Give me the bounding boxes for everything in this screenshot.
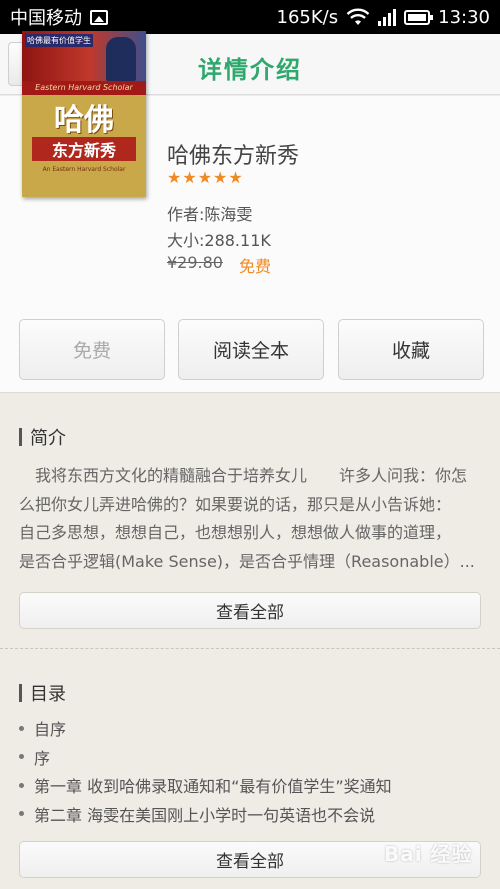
intro-line: 么把你女儿弄进哈佛的？如果要说的话，那只是从小告诉她：	[19, 494, 452, 514]
read-all-button[interactable]: 阅读全本	[178, 319, 324, 380]
carrier-name: 中国移动	[10, 8, 82, 29]
star-icon: ★	[213, 168, 228, 187]
toc-item-label: 第一章 收到哈佛录取通知和“最有价值学生”奖通知	[34, 777, 392, 797]
section-bar	[19, 428, 22, 446]
cover-figure	[106, 37, 136, 81]
intro-heading: 简介	[19, 424, 66, 450]
free-button[interactable]: 免费	[19, 319, 165, 380]
toc-item[interactable]: 第一章 收到哈佛录取通知和“最有价值学生”奖通知	[19, 771, 392, 800]
star-icon: ★	[167, 168, 182, 187]
toc-item[interactable]: 自序	[19, 714, 392, 743]
intro-view-all-button[interactable]: 查看全部	[19, 592, 481, 629]
section-bar	[19, 684, 22, 702]
toc-list: 自序 序 第一章 收到哈佛录取通知和“最有价值学生”奖通知 第二章 海雯在美国刚…	[19, 714, 392, 828]
bullet-icon	[19, 782, 24, 788]
toc-item-label: 序	[34, 748, 51, 768]
favorite-button[interactable]: 收藏	[338, 319, 484, 380]
toc-heading: 目录	[19, 680, 66, 706]
cover-band: Eastern Harvard Scholar	[22, 81, 146, 95]
picture-icon	[90, 9, 108, 25]
watermark: Bai 经验	[384, 842, 473, 866]
star-icon: ★	[197, 168, 213, 187]
book-size: 大小:288.11K	[167, 231, 271, 250]
cover-sub-title: 东方新秀	[32, 137, 136, 161]
carrier-group: 中国移动	[10, 4, 108, 30]
toc-item-label: 第二章 海雯在美国刚上小学时一句英语也不会说	[34, 805, 376, 825]
toc-item[interactable]: 第二章 海雯在美国刚上小学时一句英语也不会说	[19, 800, 392, 829]
status-right: 165K/s 13:30	[277, 7, 490, 28]
toc-heading-label: 目录	[30, 684, 66, 705]
wifi-icon	[346, 8, 370, 25]
star-icon: ★	[182, 168, 197, 187]
star-icon: ★	[228, 168, 243, 187]
clock: 13:30	[438, 6, 490, 28]
intro-heading-label: 简介	[30, 428, 66, 449]
price-row: ¥29.80 免费	[167, 253, 271, 277]
book-title: 哈佛东方新秀	[167, 144, 300, 169]
cover-tag: 哈佛最有价值学生	[25, 34, 93, 47]
cover-footer: An Eastern Harvard Scholar	[42, 166, 126, 173]
cover-top: 哈佛最有价值学生	[22, 31, 146, 81]
status-bar: 中国移动 165K/s 13:30	[0, 0, 500, 34]
intro-line: 自己多思想，想想自己，也想想别人，想想做人做事的道理，	[19, 523, 452, 542]
price-label: 免费	[238, 257, 271, 276]
battery-icon	[404, 9, 434, 25]
toc-item-label: 自序	[34, 720, 67, 740]
cover-body: Eastern Harvard Scholar 哈佛 东方新秀 An Easte…	[22, 81, 146, 197]
cover-main-title: 哈佛	[54, 103, 114, 138]
book-cover: 哈佛最有价值学生 Eastern Harvard Scholar 哈佛 东方新秀…	[22, 31, 146, 197]
section-divider	[0, 648, 500, 649]
signal-icon	[378, 8, 397, 26]
toc-item[interactable]: 序	[19, 743, 392, 772]
original-price: ¥29.80	[167, 253, 223, 272]
bullet-icon	[19, 754, 24, 760]
bullet-icon	[19, 725, 24, 731]
intro-text: 我将东西方文化的精髓融合于培养女儿 许多人问我：你怎 么把你女儿弄进哈佛的？如果…	[19, 462, 481, 576]
book-author: 作者:陈海雯	[167, 205, 253, 224]
rating-stars: ★ ★ ★ ★ ★	[167, 170, 243, 186]
intro-line: 是否合乎逻辑(Make Sense)，是否合乎情理（Reasonable）...	[19, 551, 475, 571]
bullet-icon	[19, 811, 24, 817]
intro-line: 我将东西方文化的精髓融合于培养女儿 许多人问我：你怎	[19, 466, 468, 485]
network-speed: 165K/s	[276, 6, 339, 28]
